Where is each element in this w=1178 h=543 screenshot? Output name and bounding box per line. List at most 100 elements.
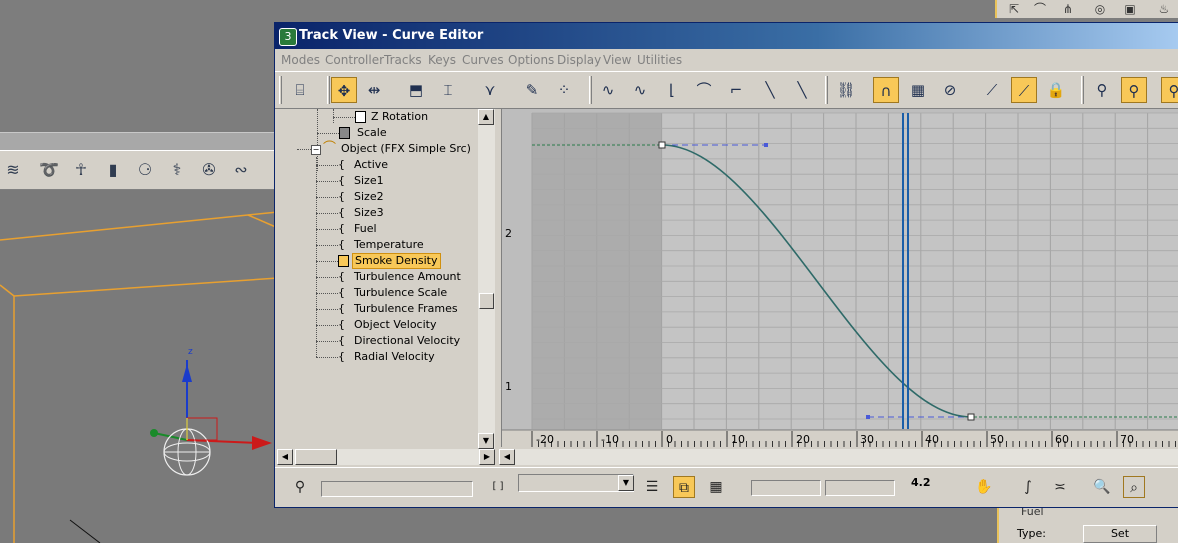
- spline-icon[interactable]: ∾: [230, 159, 252, 181]
- scroll-up-icon[interactable]: ▲: [478, 109, 494, 125]
- tangents-custom-icon[interactable]: ∿: [627, 77, 653, 103]
- show-handles-icon[interactable]: ⟋: [1011, 77, 1037, 103]
- biped-icon[interactable]: ☥: [70, 159, 92, 181]
- tangent-handle-point[interactable]: [764, 143, 768, 147]
- toolbar-grip[interactable]: [279, 76, 282, 104]
- lock-selection-icon[interactable]: ▦: [905, 77, 931, 103]
- set-button[interactable]: Set: [1083, 525, 1157, 543]
- float-track-icon: {: [338, 174, 345, 187]
- reduce-keys-icon[interactable]: ⁘: [551, 77, 577, 103]
- slide-keys-icon[interactable]: ⇹: [361, 77, 387, 103]
- object-icon[interactable]: ▮: [102, 159, 124, 181]
- menu-curves[interactable]: Curves: [462, 53, 504, 67]
- frame-field[interactable]: [751, 480, 821, 496]
- scroll-down-icon[interactable]: ▼: [478, 433, 494, 449]
- menu-display[interactable]: Display: [557, 53, 601, 67]
- helper-icon[interactable]: ⚆: [134, 159, 156, 181]
- transform-gizmo[interactable]: z: [140, 340, 280, 490]
- move-keys-icon[interactable]: ✥: [331, 77, 357, 103]
- zoom-icon[interactable]: 🔍: [1091, 476, 1113, 498]
- scroll-left-icon[interactable]: ◀: [499, 449, 515, 465]
- list-view-icon[interactable]: ☰: [641, 476, 663, 498]
- edit-track-name-icon[interactable]: [ ]: [487, 476, 509, 498]
- x-label-70: 70: [1120, 433, 1134, 446]
- key-start[interactable]: [658, 141, 666, 149]
- menu-keys[interactable]: Keys: [428, 53, 456, 67]
- hierarchy-horizontal-scrollbar[interactable]: ◀ ▶: [277, 449, 495, 465]
- wheel-icon[interactable]: ✇: [198, 159, 220, 181]
- biped-extra-icon[interactable]: ⚲: [1161, 77, 1178, 103]
- cube-view-icon[interactable]: ⧉: [673, 476, 695, 498]
- tangents-smooth-icon[interactable]: ╲: [789, 77, 815, 103]
- scroll-thumb[interactable]: [479, 293, 494, 309]
- curve-icon[interactable]: ⌒: [1029, 0, 1051, 18]
- menu-modes[interactable]: Modes: [281, 53, 320, 67]
- add-keys-icon[interactable]: ⋎: [477, 77, 503, 103]
- scroll-thumb[interactable]: [295, 449, 337, 465]
- scale-values-icon[interactable]: ⌶: [435, 77, 461, 103]
- lock-key-icon[interactable]: 🔒: [1043, 77, 1069, 103]
- float-track-icon: {: [338, 334, 345, 347]
- curve-horizontal-scrollbar[interactable]: ◀: [499, 449, 1178, 465]
- tangent-handle-point[interactable]: [866, 415, 870, 419]
- biped-mode-icon[interactable]: ⚲: [1089, 77, 1115, 103]
- snap-frames-icon[interactable]: ∩: [873, 77, 899, 103]
- background-main-toolbar: ≋ ➰ ☥ ▮ ⚆ ⚕ ✇ ∾: [0, 150, 278, 190]
- float-track-icon: {: [338, 302, 345, 315]
- grid-view-icon[interactable]: ▦: [705, 476, 727, 498]
- key-end[interactable]: [967, 413, 975, 421]
- filters-icon[interactable]: ⌸: [287, 77, 313, 103]
- out-of-range-icon[interactable]: ⊘: [937, 77, 963, 103]
- selection-dropdown[interactable]: [518, 474, 634, 492]
- tangents-step-icon[interactable]: ⌐: [723, 77, 749, 103]
- bone-icon[interactable]: ⚕: [166, 159, 188, 181]
- toolbar-grip[interactable]: [589, 76, 592, 104]
- menu-utilities[interactable]: Utilities: [637, 53, 682, 67]
- draw-curves-icon[interactable]: ✎: [519, 77, 545, 103]
- scroll-right-icon[interactable]: ▶: [479, 449, 495, 465]
- top-right-toolbar: ⇱ ⌒ ⋔ ◎ ▣ ♨: [995, 0, 1178, 18]
- chevron-down-icon[interactable]: ▼: [618, 475, 634, 491]
- pan-hand-icon[interactable]: ✋: [973, 476, 995, 498]
- float-track-icon: {: [338, 286, 345, 299]
- menu-tracks[interactable]: Tracks: [384, 53, 422, 67]
- track-name-field[interactable]: [321, 481, 473, 497]
- tangents-slow-icon[interactable]: ⌒: [691, 77, 717, 103]
- value-field[interactable]: [825, 480, 895, 496]
- teapot-icon[interactable]: ♨: [1153, 0, 1175, 18]
- curve-graph-canvas[interactable]: 2 1 -20 -10 0 10 20 30 40 50 60 70: [502, 109, 1178, 447]
- title-bar[interactable]: 3 Track View - Curve Editor: [275, 23, 1178, 49]
- curve-graph[interactable]: 2 1 -20 -10 0 10 20 30 40 50 60 70: [501, 109, 1178, 447]
- collapse-icon[interactable]: −: [311, 145, 321, 155]
- hierarchy-icon[interactable]: ⋔: [1057, 0, 1079, 18]
- tangents-linear-icon[interactable]: ╲: [757, 77, 783, 103]
- zoom-region-icon[interactable]: ⌕: [1123, 476, 1145, 498]
- lock-tangents-icon[interactable]: ⛓: [833, 77, 859, 103]
- menu-view[interactable]: View: [603, 53, 631, 67]
- track-view-window: 3 Track View - Curve Editor Modes Contro…: [274, 22, 1178, 508]
- show-tangents-icon[interactable]: ⟋: [979, 77, 1005, 103]
- link-icon[interactable]: ➰: [38, 159, 60, 181]
- biped-active-icon[interactable]: ⚲: [1121, 77, 1147, 103]
- menu-controller[interactable]: Controller: [325, 53, 384, 67]
- wave-icon[interactable]: ≋: [2, 159, 24, 181]
- modifier-panel: Fuel Type: Set: [997, 505, 1178, 543]
- render-icon[interactable]: ◎: [1089, 0, 1111, 18]
- toolbar-grip[interactable]: [825, 76, 828, 104]
- app-icon: 3: [279, 28, 297, 46]
- hierarchy-vertical-scrollbar[interactable]: ▲ ▼: [478, 109, 495, 449]
- select-arrow-icon[interactable]: ⇱: [1003, 0, 1025, 18]
- float-track-icon: {: [338, 222, 345, 235]
- scale-keys-icon[interactable]: ⬒: [403, 77, 429, 103]
- menu-options[interactable]: Options: [508, 53, 554, 67]
- tangents-fast-icon[interactable]: ⌊: [659, 77, 685, 103]
- toolbar-grip[interactable]: [1081, 76, 1084, 104]
- zoom-value-extents-icon[interactable]: ≍: [1049, 476, 1071, 498]
- zoom-selected-object-icon[interactable]: ⚲: [289, 476, 311, 498]
- scroll-left-icon[interactable]: ◀: [277, 449, 293, 465]
- curve-editor-toolbar: ⌸ ✥ ⇹ ⬒ ⌶ ⋎ ✎ ⁘ ∿ ∿ ⌊ ⌒ ⌐ ╲ ╲ ⛓ ∩ ▦ ⊘ ⟋ …: [275, 71, 1178, 109]
- material-icon[interactable]: ▣: [1119, 0, 1141, 18]
- toolbar-grip[interactable]: [327, 76, 330, 104]
- zoom-horizontal-extents-icon[interactable]: ∫: [1017, 476, 1039, 498]
- tangents-auto-icon[interactable]: ∿: [595, 77, 621, 103]
